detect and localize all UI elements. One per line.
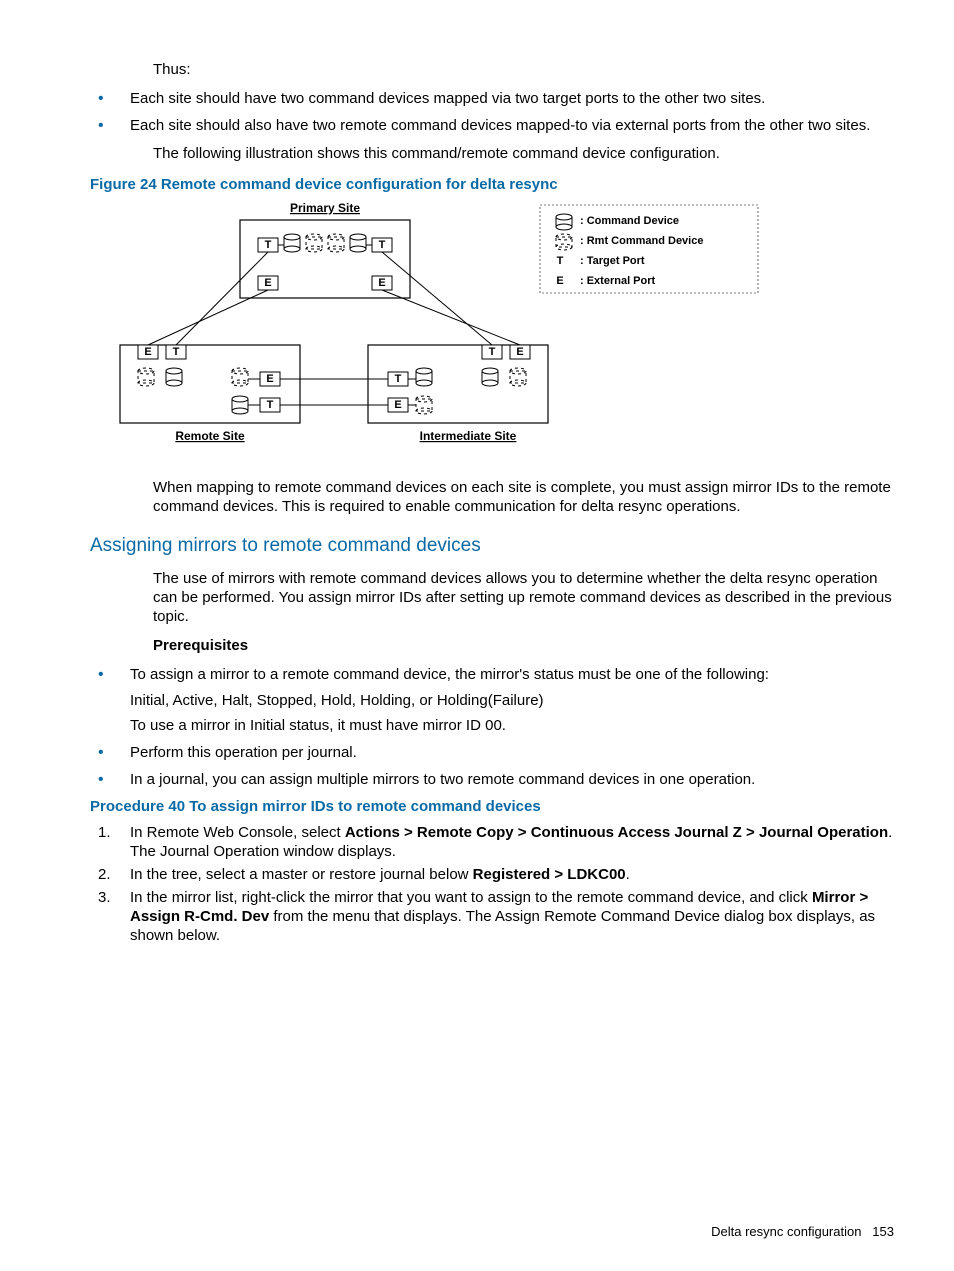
svg-text:T: T [395,373,402,385]
svg-text:T: T [267,399,274,411]
label-primary-site: Primary Site [290,201,360,215]
svg-text:T: T [265,239,272,251]
svg-text:E: E [378,277,385,289]
list-item: Each site should have two command device… [90,89,894,108]
bullet-list-top: Each site should have two command device… [90,89,894,135]
text: To assign a mirror to a remote command d… [130,666,769,683]
paragraph-following: The following illustration shows this co… [153,144,894,163]
svg-text:T: T [173,346,180,358]
figure-diagram: : Command Device : Rmt Command Device T … [110,200,894,460]
step-2: In the tree, select a master or restore … [90,865,894,884]
svg-text:T: T [489,346,496,358]
svg-text:E: E [264,277,271,289]
label-intermediate-site: Intermediate Site [420,429,517,443]
legend-rmt-device: : Rmt Command Device [580,235,703,247]
step-1: In Remote Web Console, select Actions > … [90,823,894,861]
svg-text:E: E [266,373,273,385]
paragraph-intro: Thus: [153,60,894,79]
text: . [626,866,630,883]
text: In Remote Web Console, select [130,824,345,841]
svg-text:T: T [557,255,564,267]
list-item: In a journal, you can assign multiple mi… [90,770,894,789]
legend-external-port: : External Port [580,275,656,287]
bullet-list-prereqs: To assign a mirror to a remote command d… [90,665,894,789]
text-bold: Actions > Remote Copy > Continuous Acces… [345,824,888,841]
step-3: In the mirror list, right-click the mirr… [90,888,894,946]
svg-text:E: E [556,275,563,287]
list-item: Perform this operation per journal. [90,743,894,762]
text: To use a mirror in Initial status, it mu… [130,716,894,735]
text: In the mirror list, right-click the mirr… [130,889,812,906]
heading-prerequisites: Prerequisites [153,636,894,655]
legend-target-port: : Target Port [580,255,645,267]
section-heading-assigning-mirrors: Assigning mirrors to remote command devi… [90,534,894,558]
list-item: To assign a mirror to a remote command d… [90,665,894,735]
svg-text:T: T [379,239,386,251]
paragraph-after-figure: When mapping to remote command devices o… [153,478,894,516]
label-remote-site: Remote Site [175,429,245,443]
figure-caption: Figure 24 Remote command device configur… [90,175,894,194]
page: Thus: Each site should have two command … [0,0,954,1271]
page-footer: Delta resync configuration 153 [711,1224,894,1241]
paragraph-section: The use of mirrors with remote command d… [153,569,894,627]
list-item: Each site should also have two remote co… [90,116,894,135]
svg-text:E: E [394,399,401,411]
text-bold: Registered > LDKC00 [473,866,626,883]
footer-page-number: 153 [872,1224,894,1239]
svg-text:E: E [516,346,523,358]
procedure-caption: Procedure 40 To assign mirror IDs to rem… [90,797,894,816]
footer-section-title: Delta resync configuration [711,1224,861,1239]
svg-text:E: E [144,346,151,358]
text: In the tree, select a master or restore … [130,866,473,883]
text: Initial, Active, Halt, Stopped, Hold, Ho… [130,691,894,710]
legend-command-device: : Command Device [580,215,679,227]
procedure-steps: In Remote Web Console, select Actions > … [90,823,894,946]
